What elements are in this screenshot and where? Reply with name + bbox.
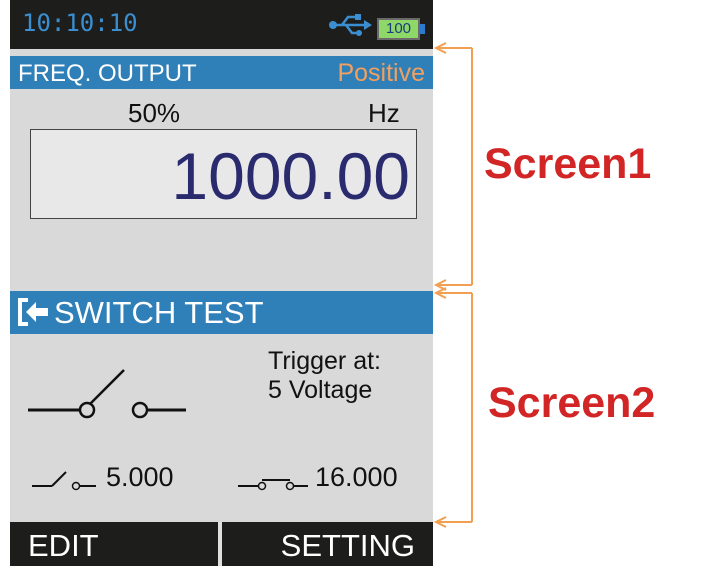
annotation-brackets <box>433 42 473 528</box>
screen1-annotation: Screen1 <box>484 140 652 188</box>
screen2-annotation: Screen2 <box>488 379 656 427</box>
